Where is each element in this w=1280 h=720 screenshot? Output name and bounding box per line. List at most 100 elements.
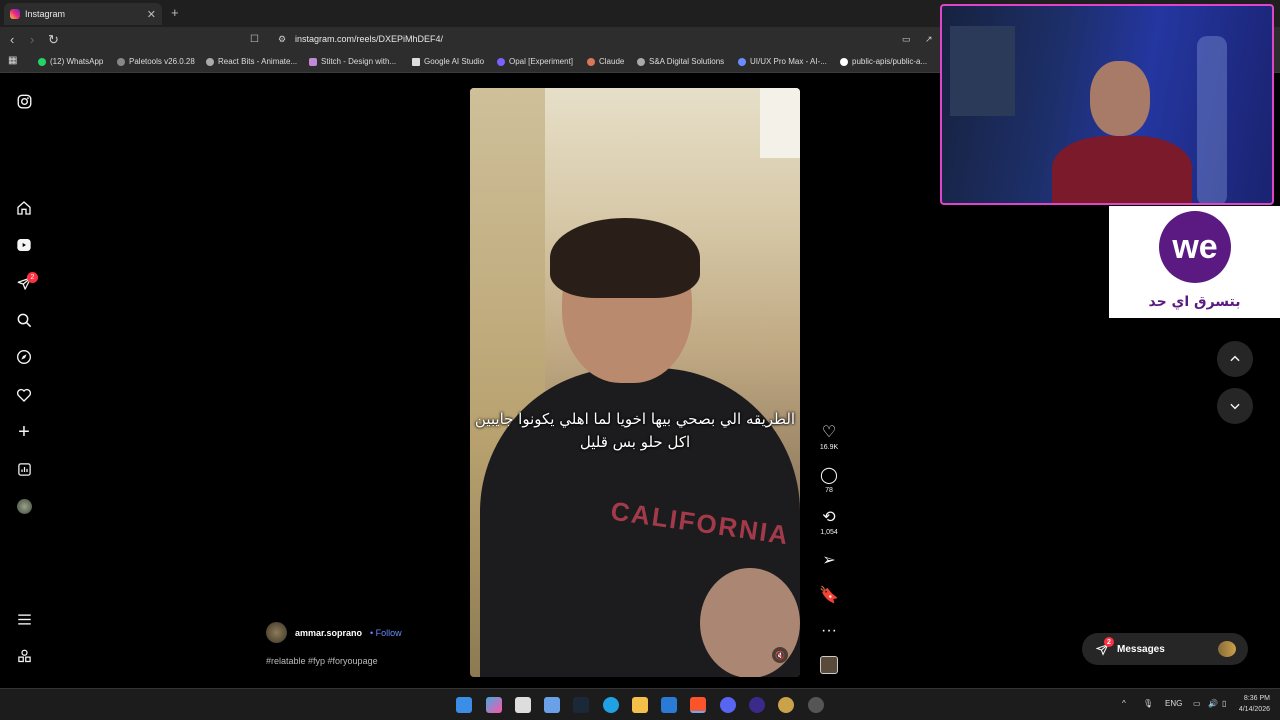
- webcam-streamer-body: [1052, 136, 1192, 203]
- microphone-icon[interactable]: 🎙: [1143, 699, 1153, 708]
- bookmark-claude[interactable]: Claude: [587, 57, 624, 66]
- battery-icon[interactable]: ▯: [1222, 699, 1226, 708]
- bookmark-paletools[interactable]: Paletools v26.0.28: [117, 57, 195, 66]
- like-button[interactable]: ♡ 16.9K: [812, 424, 846, 451]
- windows-start-icon[interactable]: [456, 697, 472, 713]
- tray-chevron-icon[interactable]: ^: [1122, 699, 1126, 708]
- url-field[interactable]: instagram.com/reels/DXEPiMhDEF4/: [295, 34, 443, 44]
- vscode-icon[interactable]: [661, 697, 677, 713]
- bookmark-google-ai-studio[interactable]: Google AI Studio: [412, 57, 484, 66]
- we-logo: we: [1159, 211, 1231, 283]
- reel-video[interactable]: CALIFORNIA الطريقه الي بصحي بيها اخويا ل…: [470, 88, 800, 677]
- hashtags: #relatable #fyp #foryoupage: [266, 656, 378, 666]
- author-username[interactable]: ammar.soprano: [295, 628, 362, 638]
- bookmark-whatsapp[interactable]: (12) WhatsApp: [38, 57, 103, 66]
- repost-count: 1,054: [820, 529, 838, 536]
- messages-label: Messages: [1117, 643, 1165, 655]
- audio-button[interactable]: [812, 656, 846, 674]
- browser-tab[interactable]: Instagram ✕: [4, 3, 162, 25]
- chevron-down-icon: [1230, 403, 1240, 410]
- previous-reel-button[interactable]: [1217, 341, 1253, 377]
- bookmark-label: Google AI Studio: [424, 57, 485, 66]
- share-icon[interactable]: ↗: [925, 34, 933, 45]
- site-info-icon[interactable]: ⚙: [278, 34, 286, 45]
- video-window-light: [760, 88, 800, 158]
- reels-icon[interactable]: [15, 236, 33, 254]
- we-ad-overlay: we بتسرق اي حد: [1109, 206, 1280, 318]
- notification-badge: 2: [27, 272, 38, 283]
- more-options-button[interactable]: ···: [812, 622, 846, 640]
- repost-button[interactable]: ⟲ 1,054: [812, 509, 846, 536]
- close-tab-icon[interactable]: ✕: [147, 8, 156, 21]
- sa-digital-icon: [637, 57, 645, 66]
- language-indicator[interactable]: ENG: [1165, 699, 1182, 708]
- messages-badge: 2: [1104, 637, 1114, 647]
- discord-icon[interactable]: [720, 697, 736, 713]
- webcam-wall-tv: [950, 26, 1015, 116]
- claude-icon: [587, 57, 595, 66]
- bookmark-label: Paletools v26.0.28: [129, 57, 195, 66]
- comment-button[interactable]: ◯ 78: [812, 467, 846, 494]
- reload-icon[interactable]: ↻: [48, 32, 59, 48]
- menu-icon[interactable]: [15, 610, 33, 628]
- follow-button[interactable]: • Follow: [370, 628, 402, 638]
- chevron-up-icon: [1230, 355, 1240, 362]
- edge-icon[interactable]: [603, 697, 619, 713]
- send-icon: ➢: [822, 552, 836, 569]
- also-from-meta-icon[interactable]: [15, 647, 33, 665]
- bookmark-label: Claude: [599, 57, 625, 66]
- copilot-icon[interactable]: [486, 697, 502, 713]
- heart-notifications-icon[interactable]: [15, 386, 33, 404]
- bookmark-stitch[interactable]: Stitch - Design with...: [309, 57, 396, 66]
- webcam-overlay: [940, 4, 1274, 205]
- clock[interactable]: 8:36 PM 4/14/2026: [1239, 693, 1270, 715]
- messages-avatars: [1218, 641, 1236, 657]
- back-icon[interactable]: ‹: [10, 32, 14, 47]
- apps-grid-icon[interactable]: ▦: [8, 55, 17, 66]
- next-reel-button[interactable]: [1217, 388, 1253, 424]
- create-plus-icon[interactable]: +: [15, 421, 33, 443]
- file-explorer-icon[interactable]: [632, 697, 648, 713]
- brave-icon[interactable]: [690, 697, 706, 713]
- author-avatar[interactable]: [266, 622, 287, 643]
- bookmark-icon: 🔖: [819, 587, 839, 604]
- forward-icon[interactable]: ›: [30, 32, 34, 47]
- heart-icon: ♡: [821, 424, 837, 441]
- app2-icon[interactable]: [808, 697, 824, 713]
- bookmark-sa-digital[interactable]: S&A Digital Solutions: [637, 57, 724, 66]
- repost-icon: ⟲: [822, 509, 836, 526]
- volume-icon[interactable]: 🔊: [1208, 699, 1218, 708]
- new-tab-icon[interactable]: +: [171, 5, 179, 20]
- video-caption: الطريقه الي بصحي بيها اخويا لما اهلي يكو…: [474, 410, 796, 451]
- install-app-icon[interactable]: ▭: [902, 34, 911, 45]
- profile-avatar[interactable]: [15, 497, 33, 515]
- mute-toggle-icon[interactable]: 🔇: [772, 647, 788, 663]
- save-button[interactable]: 🔖: [812, 587, 846, 605]
- share-button[interactable]: ➢: [812, 552, 846, 570]
- bookmark-react-bits[interactable]: React Bits - Animate...: [206, 57, 297, 66]
- react-bits-icon: [206, 57, 214, 66]
- bookmark-opal[interactable]: Opal [Experiment]: [497, 57, 573, 66]
- messages-button[interactable]: 2 Messages: [1082, 633, 1248, 665]
- home-icon[interactable]: [15, 199, 33, 217]
- store-icon[interactable]: [515, 697, 531, 713]
- bookmark-page-icon[interactable]: ☐: [250, 34, 259, 45]
- network-icon[interactable]: ▭: [1193, 699, 1201, 708]
- windows-taskbar: ^ 🎙 ENG ▭ 🔊 ▯ 8:36 PM 4/14/2026: [0, 688, 1280, 720]
- obs-icon[interactable]: [749, 697, 765, 713]
- notepad-icon[interactable]: [544, 697, 560, 713]
- stitch-icon: [309, 57, 317, 66]
- like-count: 16.9K: [819, 444, 839, 451]
- we-tagline: بتسرق اي حد: [1148, 294, 1241, 310]
- paletools-icon: [117, 57, 125, 66]
- dashboard-icon[interactable]: [15, 460, 33, 478]
- steam-icon[interactable]: [573, 697, 589, 713]
- instagram-logo-icon[interactable]: [15, 92, 33, 110]
- bookmark-public-apis[interactable]: public-apis/public-a...: [840, 57, 927, 66]
- bookmark-uiux-pro-max[interactable]: UI/UX Pro Max - AI-...: [738, 57, 827, 66]
- clock-date: 4/14/2026: [1238, 706, 1270, 713]
- bookmark-label: (12) WhatsApp: [50, 57, 104, 66]
- app-icon[interactable]: [778, 697, 794, 713]
- explore-icon[interactable]: [15, 348, 33, 366]
- search-icon[interactable]: [15, 311, 33, 329]
